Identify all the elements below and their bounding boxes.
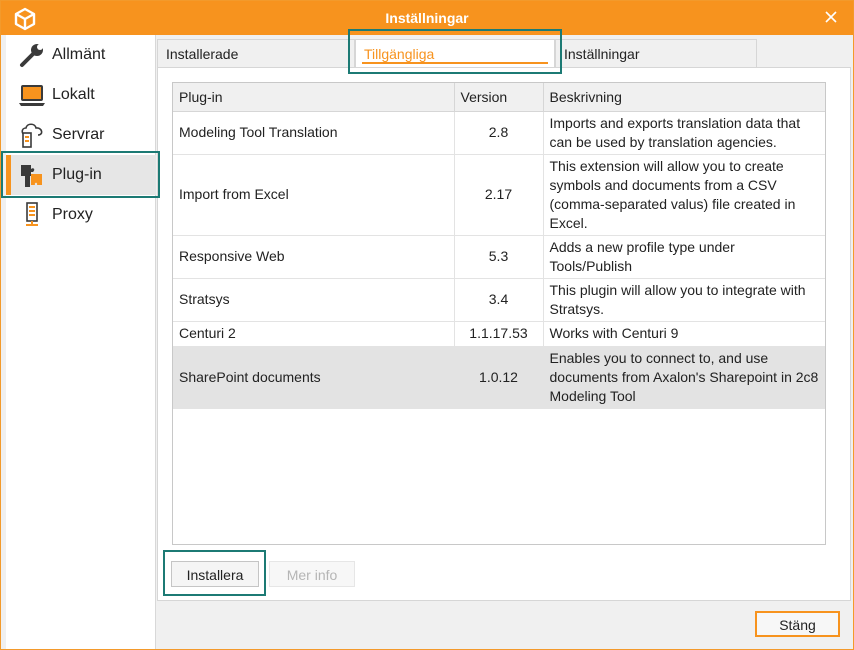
table-row[interactable]: Import from Excel 2.17 This extension wi… <box>173 154 825 236</box>
more-info-button[interactable]: Mer info <box>269 561 355 587</box>
tillgangliga-highlight-box <box>348 29 562 74</box>
column-header-description[interactable]: Beskrivning <box>543 83 825 112</box>
sidebar-item-label: Allmänt <box>52 46 106 63</box>
plugin-name: Stratsys <box>173 278 455 322</box>
close-button[interactable]: Stäng <box>755 611 840 637</box>
plugin-version: 1.0.12 <box>454 346 544 409</box>
column-header-plugin[interactable]: Plug-in <box>173 83 455 112</box>
plugin-description: Imports and exports translation data tha… <box>543 111 825 155</box>
plugin-table: Plug-in Version Beskrivning Modeling Too… <box>172 82 826 545</box>
plugin-name: Responsive Web <box>173 235 455 279</box>
plugin-version: 2.8 <box>454 111 544 155</box>
wrench-icon <box>20 44 43 67</box>
laptop-icon <box>19 85 45 106</box>
table-row[interactable]: Stratsys 3.4 This plugin will allow you … <box>173 278 825 322</box>
tab-label: Installerade <box>166 46 239 62</box>
plugin-version: 5.3 <box>454 235 544 279</box>
sidebar-item-servrar[interactable]: Servrar <box>6 115 156 155</box>
settings-window: Inställningar Allmänt Lokalt Servrar Plu… <box>0 0 854 650</box>
plugin-version: 2.17 <box>454 154 544 236</box>
cloud-server-icon <box>21 123 43 148</box>
table-row[interactable]: Centuri 2 1.1.17.53 Works with Centuri 9 <box>173 321 825 347</box>
plugin-name: Centuri 2 <box>173 321 455 347</box>
plugin-description: Works with Centuri 9 <box>543 321 825 347</box>
plugin-description: This plugin will allow you to integrate … <box>543 278 825 322</box>
proxy-server-icon <box>26 202 38 226</box>
plugin-version: 3.4 <box>454 278 544 322</box>
settings-sidebar: Allmänt Lokalt Servrar Plug-in Proxy <box>6 35 156 649</box>
table-row[interactable]: Responsive Web 5.3 Adds a new profile ty… <box>173 235 825 279</box>
column-header-version[interactable]: Version <box>454 83 544 112</box>
plugin-name: Modeling Tool Translation <box>173 111 455 155</box>
tab-installningar[interactable]: Inställningar <box>555 39 757 67</box>
sidebar-item-proxy[interactable]: Proxy <box>6 195 156 235</box>
tab-installerade[interactable]: Installerade <box>157 39 355 67</box>
sidebar-item-lokalt[interactable]: Lokalt <box>6 75 156 115</box>
tab-label: Inställningar <box>564 46 640 62</box>
table-row-selected[interactable]: SharePoint documents 1.0.12 Enables you … <box>173 346 825 409</box>
table-header-row: Plug-in Version Beskrivning <box>173 83 825 112</box>
plug-in-highlight-box <box>1 151 160 198</box>
install-highlight-box <box>163 550 266 596</box>
plugin-description: This extension will allow you to create … <box>543 154 825 236</box>
table-row[interactable]: Modeling Tool Translation 2.8 Imports an… <box>173 111 825 155</box>
tab-panel: Plug-in Version Beskrivning Modeling Too… <box>157 67 851 601</box>
window-title: Inställningar <box>385 10 469 26</box>
plugin-name: Import from Excel <box>173 154 455 236</box>
plugin-name: SharePoint documents <box>173 346 455 409</box>
plugin-description: Adds a new profile type under Tools/Publ… <box>543 235 825 279</box>
sidebar-item-label: Lokalt <box>52 86 95 103</box>
plugin-description: Enables you to connect to, and use docum… <box>543 346 825 409</box>
plugin-content: Installerade Tillgängliga Inställningar <box>157 35 851 601</box>
sidebar-item-label: Proxy <box>52 206 93 223</box>
sidebar-item-label: Servrar <box>52 126 105 143</box>
close-icon[interactable] <box>821 7 841 27</box>
plugin-version: 1.1.17.53 <box>454 321 544 347</box>
sidebar-item-allmant[interactable]: Allmänt <box>6 35 156 75</box>
